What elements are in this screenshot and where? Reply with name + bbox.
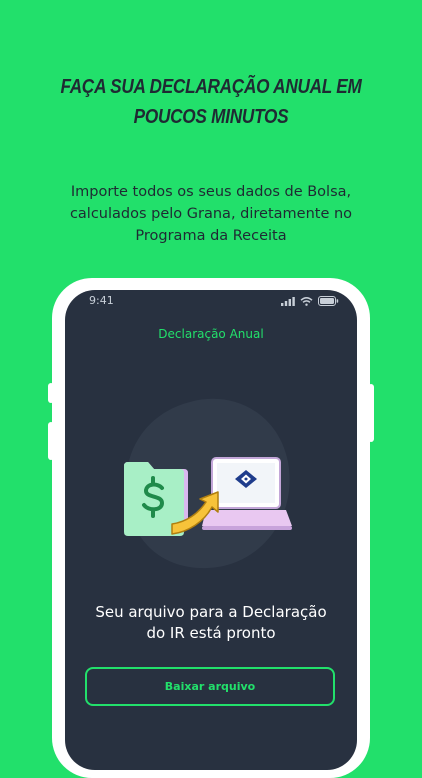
headline: FAÇA SUA DECLARAÇÃO ANUAL EM POUCOS MINU… [30,72,393,132]
illustration [124,457,292,536]
success-message-line-2: do IR está pronto [146,624,276,642]
headline-line-1: FAÇA SUA DECLARAÇÃO ANUAL EM [60,76,362,98]
screen-title: Declaração Anual [158,327,264,341]
headline-line-2: POUCOS MINUTOS [133,106,289,128]
subtitle-line-1: Importe todos os seus dados de Bolsa, [70,184,352,200]
download-file-button-label: Baixar arquivo [164,680,256,693]
success-message: Seu arquivo para a Declaração do IR está… [79,602,343,644]
subtitle-line-2: calculados pelo Grana, diretamente no [69,206,353,222]
wifi-icon [300,296,313,306]
subtitle: Importe todos os seus dados de Bolsa, ca… [40,181,382,247]
signal-icon [281,296,295,306]
phone-screen: 9:41 Declaração Anual Seu arquivo para a… [65,290,357,770]
download-file-button[interactable]: Baixar arquivo [85,667,335,706]
status-icons [281,296,339,306]
status-time: 9:41 [89,294,114,307]
success-message-line-1: Seu arquivo para a Declaração [95,603,327,621]
battery-icon [318,296,339,306]
subtitle-line-3: Programa da Receita [135,228,287,244]
